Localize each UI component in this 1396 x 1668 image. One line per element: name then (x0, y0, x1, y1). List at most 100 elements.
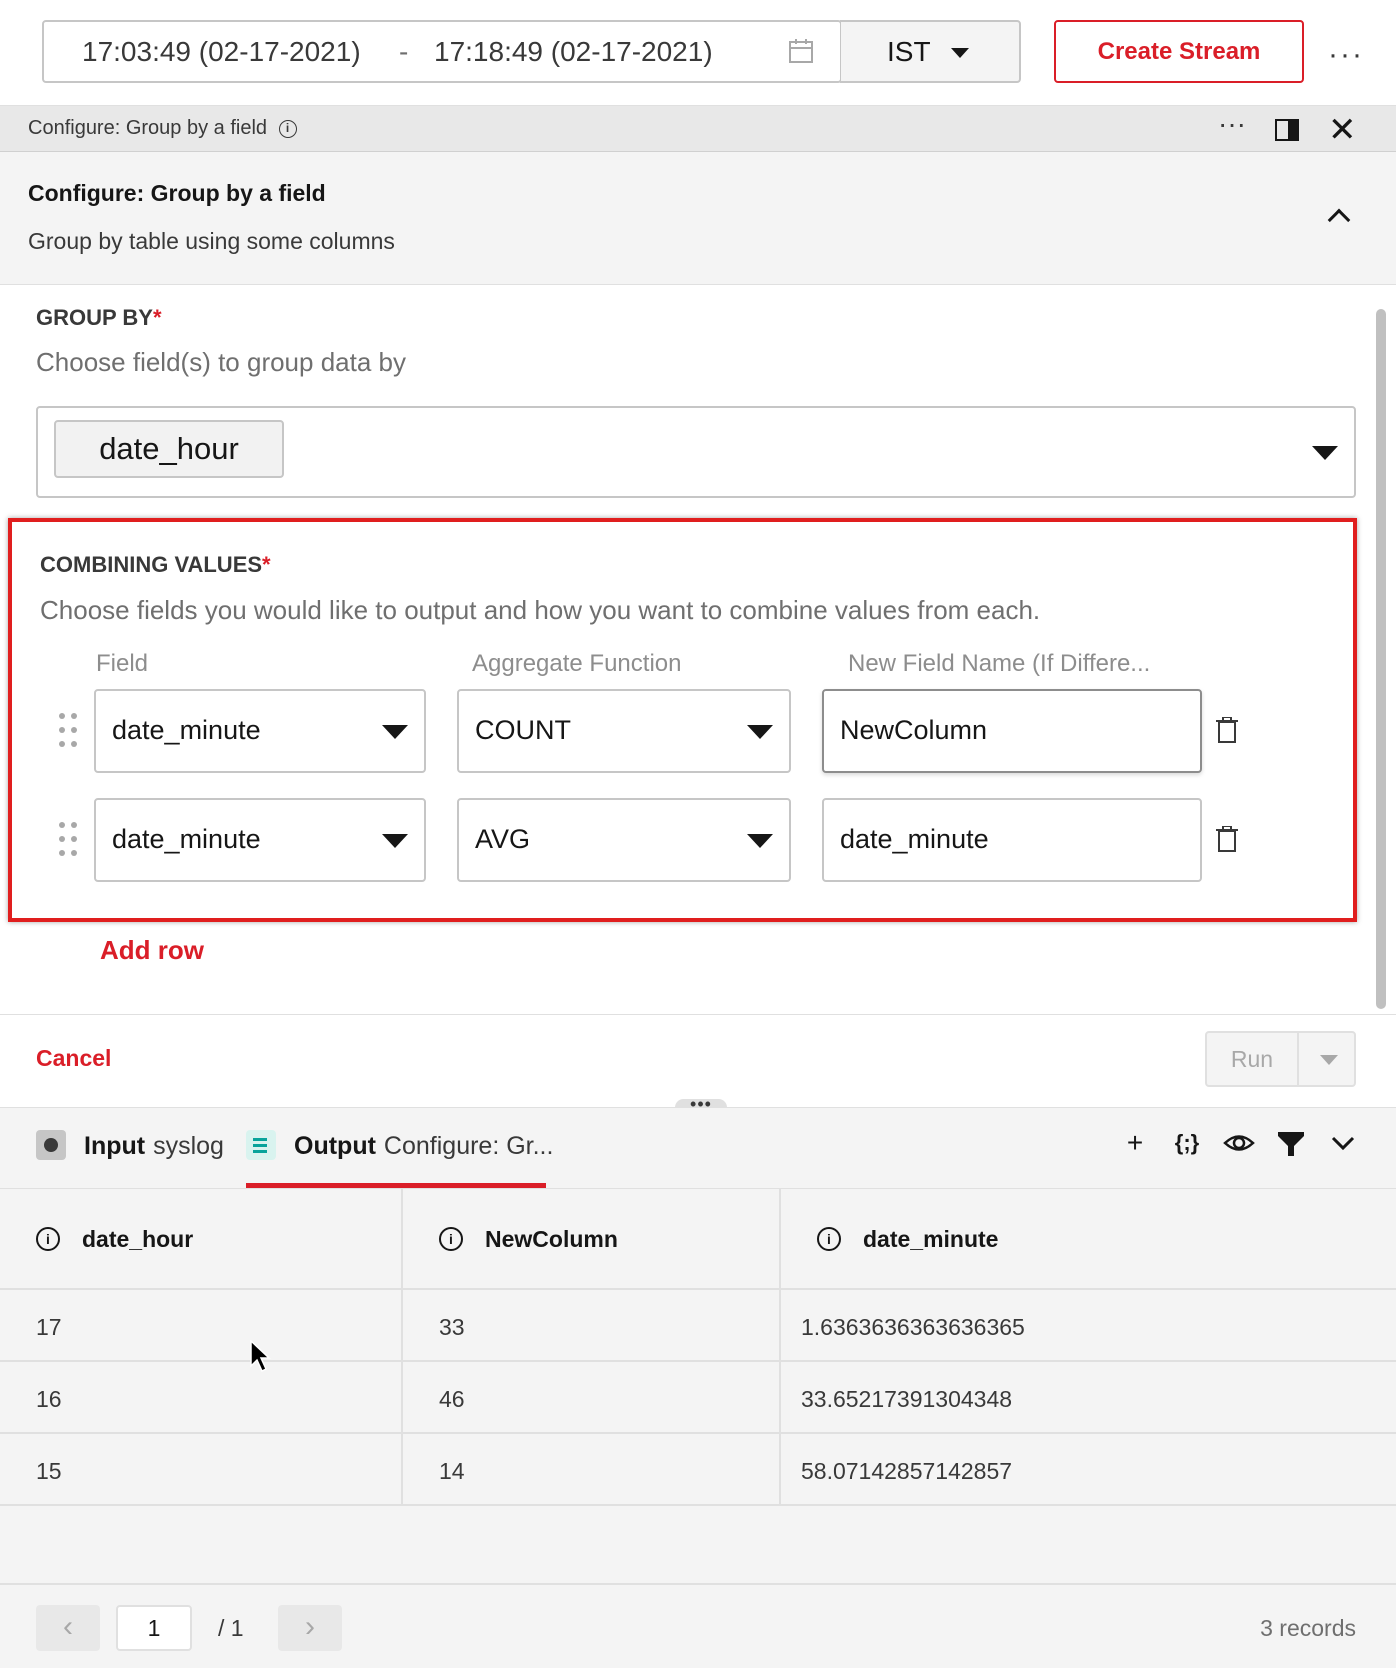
panel-title-text: Configure: Group by a field (28, 117, 268, 139)
combine-row: date_minute COUNT NewColumn (12, 689, 1353, 773)
table-row[interactable]: 16 46 33.65217391304348 (0, 1362, 1396, 1434)
selected-field-tag[interactable]: date_hour (54, 420, 284, 478)
page-number-input[interactable]: 1 (116, 1605, 192, 1651)
new-field-name-value: NewColumn (840, 715, 988, 745)
page-total: / 1 (218, 1615, 244, 1641)
cell-value: 58.07142857142857 (801, 1458, 1013, 1484)
column-header[interactable]: i date_minute (781, 1189, 1396, 1288)
config-description: Group by table using some columns (28, 228, 395, 254)
cell-value: 15 (36, 1458, 62, 1484)
cell-value: 33 (439, 1314, 465, 1340)
tab-output[interactable]: Output Configure: Gr... (294, 1132, 553, 1161)
info-icon[interactable]: i (817, 1227, 841, 1251)
run-button[interactable]: Run (1207, 1033, 1299, 1085)
aggregate-function-select[interactable]: COUNT (457, 689, 791, 773)
cell-value: 46 (439, 1386, 465, 1412)
table-row[interactable]: 17 33 1.6363636363636365 (0, 1290, 1396, 1362)
field-select[interactable]: date_minute (94, 689, 426, 773)
field-select[interactable]: date_minute (94, 798, 426, 882)
json-icon[interactable]: {;} (1170, 1126, 1204, 1160)
end-time[interactable]: 17:18:49 (02-17-2021) (434, 36, 713, 68)
cell-value: 16 (36, 1386, 62, 1412)
info-icon[interactable]: i (278, 119, 297, 138)
chevron-down-icon[interactable] (1326, 1126, 1360, 1160)
aggregate-function-value: AVG (475, 824, 531, 854)
tab-input[interactable]: Input syslog (84, 1132, 224, 1161)
caret-down-icon (747, 834, 773, 848)
table-cell: 14 (403, 1434, 781, 1504)
create-stream-button[interactable]: Create Stream (1054, 20, 1304, 83)
table-cell: 58.07142857142857 (781, 1434, 1396, 1504)
split-view-icon[interactable] (1275, 119, 1299, 141)
required-mark: * (262, 552, 271, 577)
close-icon[interactable]: ✕ (1328, 110, 1357, 150)
cell-value: 17 (36, 1314, 62, 1340)
config-accordion[interactable]: Configure: Group by a field Group by tab… (0, 152, 1396, 285)
group-by-label-text: GROUP BY (36, 305, 153, 330)
caret-down-icon (951, 48, 969, 58)
output-header: Input syslog Output Configure: Gr... + {;} (0, 1107, 1396, 1189)
column-header[interactable]: i NewColumn (403, 1189, 781, 1288)
caret-down-icon (382, 725, 408, 739)
top-bar: 17:03:49 (02-17-2021) - 17:18:49 (02-17-… (0, 0, 1396, 106)
calendar-icon[interactable] (788, 38, 814, 64)
aggregate-function-value: COUNT (475, 715, 571, 745)
new-field-name-input[interactable]: date_minute (822, 798, 1202, 882)
cancel-button[interactable]: Cancel (36, 1045, 111, 1072)
table-cell: 16 (0, 1362, 403, 1432)
overflow-menu-icon[interactable]: ··· (1328, 38, 1364, 72)
info-icon[interactable]: i (36, 1227, 60, 1251)
table-cell: 33.65217391304348 (781, 1362, 1396, 1432)
tab-input-label: Input (84, 1132, 146, 1160)
table-empty-space (0, 1507, 1396, 1583)
group-by-label: GROUP BY* (36, 305, 162, 331)
column-header-aggregate: Aggregate Function (472, 650, 682, 677)
drag-handle-icon[interactable] (59, 822, 79, 858)
info-icon[interactable]: i (439, 1227, 463, 1251)
table-cell: 17 (0, 1290, 403, 1360)
column-header-label: date_hour (82, 1226, 194, 1252)
timezone-select[interactable]: IST (840, 20, 1021, 83)
table-cell: 46 (403, 1362, 781, 1432)
drag-handle-icon[interactable] (59, 713, 79, 749)
trash-icon[interactable] (1216, 826, 1238, 852)
combining-values-label-text: COMBINING VALUES (40, 552, 263, 577)
caret-down-icon[interactable] (1312, 446, 1338, 460)
combining-values-section: COMBINING VALUES* Choose fields you woul… (8, 518, 1357, 922)
filter-icon[interactable] (1274, 1126, 1308, 1160)
combining-values-help: Choose fields you would like to output a… (40, 595, 1041, 625)
eye-icon[interactable] (1222, 1126, 1256, 1160)
group-by-help: Choose field(s) to group data by (36, 347, 406, 377)
caret-down-icon[interactable] (1320, 1055, 1338, 1065)
arrow-right-icon[interactable]: › (278, 1605, 342, 1651)
add-row-button[interactable]: Add row (100, 935, 204, 966)
group-by-select[interactable]: date_hour (36, 406, 1356, 498)
arrow-left-icon[interactable]: ‹ (36, 1605, 100, 1651)
column-header[interactable]: i date_hour (0, 1189, 403, 1288)
table-header-row: i date_hour i NewColumn i date_minute (0, 1189, 1396, 1290)
new-field-name-input[interactable]: NewColumn (822, 689, 1202, 773)
panel-header: Configure: Group by a field i ··· ✕ (0, 106, 1396, 152)
config-form: GROUP BY* Choose field(s) to group data … (0, 285, 1396, 1015)
column-header-label: date_minute (863, 1226, 999, 1252)
mouse-cursor-icon (250, 1340, 271, 1373)
cell-value: 33.65217391304348 (801, 1386, 1013, 1412)
start-time[interactable]: 17:03:49 (02-17-2021) (82, 36, 361, 68)
table-row[interactable]: 15 14 58.07142857142857 (0, 1434, 1396, 1506)
chevron-up-icon[interactable] (1327, 208, 1351, 232)
panel-overflow-icon[interactable]: ··· (1218, 108, 1246, 140)
pagination: ‹ 1 / 1 › 3 records (0, 1583, 1396, 1668)
output-table-icon (246, 1130, 276, 1160)
combine-row: date_minute AVG date_minute (12, 798, 1353, 882)
column-header-label: NewColumn (485, 1226, 618, 1252)
column-header-new-name: New Field Name (If Differe... (848, 650, 1151, 677)
timezone-value: IST (887, 36, 931, 67)
plus-icon[interactable]: + (1118, 1126, 1152, 1160)
field-select-value: date_minute (112, 715, 261, 745)
trash-icon[interactable] (1216, 717, 1238, 743)
tab-input-name: syslog (153, 1132, 224, 1160)
scrollbar[interactable] (1376, 309, 1386, 1009)
date-range-picker[interactable]: 17:03:49 (02-17-2021) - 17:18:49 (02-17-… (42, 20, 842, 83)
aggregate-function-select[interactable]: AVG (457, 798, 791, 882)
table-cell: 15 (0, 1434, 403, 1504)
